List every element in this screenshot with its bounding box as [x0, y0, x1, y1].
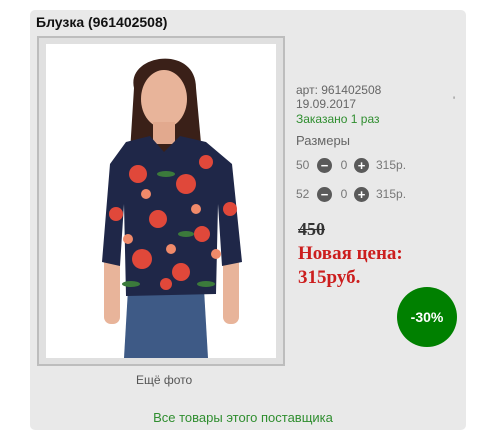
product-title: Блузка (961402508): [36, 14, 168, 30]
size-value: 52: [296, 187, 310, 201]
sizes-heading: Размеры: [296, 133, 351, 148]
product-date: 19.09.2017: [296, 97, 357, 111]
size-row: 52 − 0 + 315р.: [296, 185, 406, 203]
product-photo[interactable]: [46, 44, 276, 358]
size-row: 50 − 0 + 315р.: [296, 156, 406, 174]
article-number: арт: 961402508: [296, 83, 382, 97]
minus-circle-icon[interactable]: −: [317, 186, 332, 202]
more-photo-link[interactable]: Ещё фото: [136, 373, 192, 387]
plus-circle-icon[interactable]: +: [354, 157, 369, 173]
product-photo-frame[interactable]: [37, 36, 285, 366]
tick-mark: ': [453, 95, 456, 107]
minus-circle-icon[interactable]: −: [317, 157, 332, 173]
size-value: 50: [296, 158, 310, 172]
new-price-value: 315руб.: [298, 267, 361, 288]
new-price-block: Новая цена: 315руб.: [298, 242, 458, 290]
model-photo-illustration: [46, 44, 276, 358]
new-price-label: Новая цена:: [298, 243, 403, 264]
discount-badge: -30%: [397, 287, 457, 347]
quantity-value: 0: [340, 187, 348, 201]
size-price: 315р.: [376, 158, 407, 172]
quantity-value: 0: [340, 158, 348, 172]
old-price: 450: [298, 219, 325, 239]
ordered-count: Заказано 1 раз: [296, 112, 380, 126]
supplier-link[interactable]: Все товары этого поставщика: [0, 410, 486, 425]
size-price: 315р.: [376, 187, 407, 201]
plus-circle-icon[interactable]: +: [354, 186, 369, 202]
